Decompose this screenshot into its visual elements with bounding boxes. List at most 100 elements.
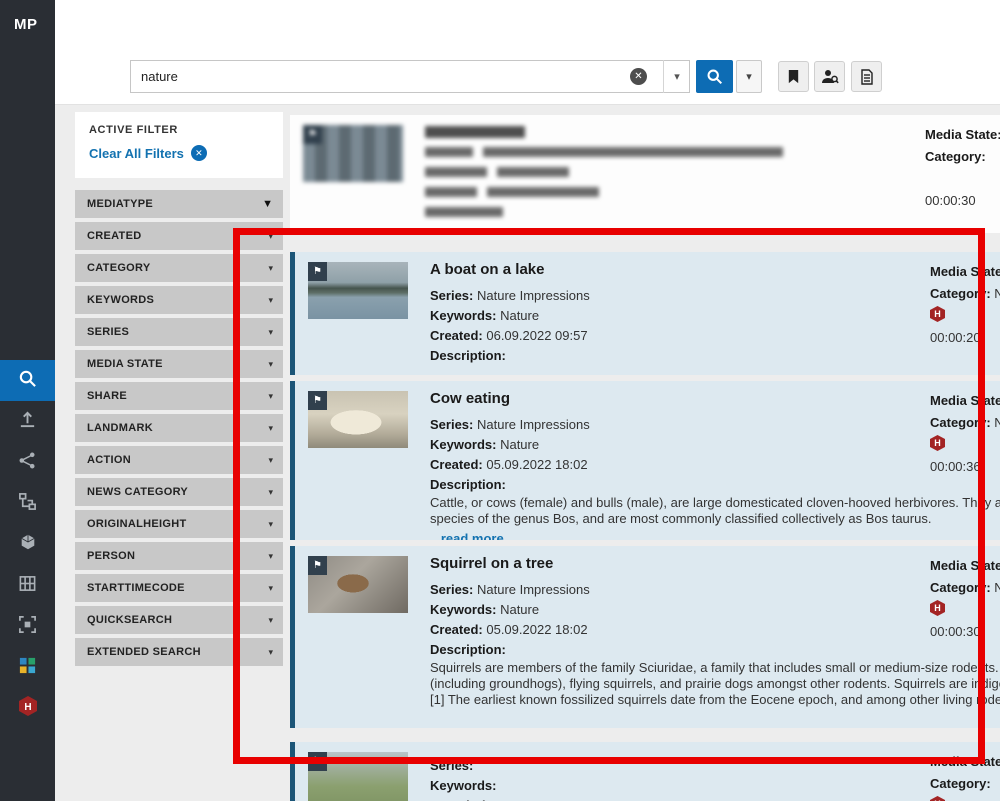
qr-scan-icon xyxy=(18,615,37,639)
sidebar-item-search[interactable] xyxy=(0,360,55,401)
state-icon-slot: H xyxy=(930,435,1000,457)
result-title[interactable]: A boat on a lake xyxy=(430,260,1000,280)
h-state-icon: H xyxy=(930,435,945,451)
category-label: Category: Ne xyxy=(930,578,1000,600)
result-title[interactable]: Cow eating xyxy=(430,389,1000,409)
filter-keywords[interactable]: KEYWORDS▾ xyxy=(75,286,283,314)
result-meta: Media State:Category: NeH00:00:30 xyxy=(930,556,1000,644)
sidebar-item-share-nodes[interactable] xyxy=(0,442,55,483)
result-details xyxy=(425,123,1000,223)
result-card[interactable]: ⚑Media State:Category:00:00:30 xyxy=(290,115,1000,233)
filter-mediatype[interactable]: MEDIATYPE▼ xyxy=(75,190,283,218)
upload-icon xyxy=(18,410,37,434)
filter-label: STARTTIMECODE xyxy=(87,582,268,594)
search-input-dropdown-icon[interactable]: ▾ xyxy=(663,60,690,93)
result-duration: 00:00:30 xyxy=(925,191,1000,213)
active-filter-title: ACTIVE FILTER xyxy=(89,124,269,136)
result-thumbnail[interactable]: ⚑ xyxy=(308,556,408,613)
sidebar-item-brand-h[interactable]: H xyxy=(0,688,55,729)
filter-landmark[interactable]: LANDMARK▾ xyxy=(75,414,283,442)
filter-originalheight[interactable]: ORIGINALHEIGHT▾ xyxy=(75,510,283,538)
filter-label: QUICKSEARCH xyxy=(87,614,268,626)
result-thumbnail[interactable]: ⚑ xyxy=(308,752,408,801)
h-state-icon: H xyxy=(930,796,945,801)
search-input[interactable] xyxy=(130,60,690,93)
read-more-link[interactable]: ...read more xyxy=(430,531,504,540)
document-button[interactable] xyxy=(851,61,882,92)
filter-share[interactable]: SHARE▾ xyxy=(75,382,283,410)
chevron-down-icon: ▾ xyxy=(268,519,273,530)
sidebar-item-upload[interactable] xyxy=(0,401,55,442)
state-icon-slot: H xyxy=(930,306,1000,328)
result-description-label: Description: xyxy=(430,796,1000,801)
filter-label: EXTENDED SEARCH xyxy=(87,646,268,658)
filter-label: ACTION xyxy=(87,454,268,466)
result-card[interactable]: ⚑ A boat on a lake Series: Nature Impressi… xyxy=(290,252,1000,375)
result-created: Created: 05.09.2022 18:02 xyxy=(430,620,1000,640)
sidebar-item-cube[interactable] xyxy=(0,524,55,565)
result-details: Series:Keywords:Description: xyxy=(430,750,1000,801)
filter-quicksearch[interactable]: QUICKSEARCH▾ xyxy=(75,606,283,634)
result-description-line: [1] The earliest known fossilized squirr… xyxy=(430,692,1000,708)
filter-action[interactable]: ACTION▾ xyxy=(75,446,283,474)
filter-starttimecode[interactable]: STARTTIMECODE▾ xyxy=(75,574,283,602)
filter-label: NEWS CATEGORY xyxy=(87,486,268,498)
filter-label: KEYWORDS xyxy=(87,294,268,306)
result-duration: 00:00:30 xyxy=(930,622,1000,644)
result-series: Series: xyxy=(430,756,1000,776)
result-title[interactable]: Squirrel on a tree xyxy=(430,554,1000,574)
chevron-down-icon: ▾ xyxy=(268,487,273,498)
result-keywords: Keywords: Nature xyxy=(430,600,1000,620)
video-flag-icon: ⚑ xyxy=(308,262,327,281)
user-search-button[interactable] xyxy=(814,61,845,92)
filter-label: SHARE xyxy=(87,390,268,402)
chevron-down-icon: ▼ xyxy=(262,198,273,210)
search-options-button[interactable]: ▾ xyxy=(736,60,762,93)
chevron-down-icon: ▾ xyxy=(268,327,273,338)
clear-filters-x-icon: ✕ xyxy=(191,145,207,161)
result-meta: Media State:Category:H xyxy=(930,752,1000,801)
media-state-label: Media State: xyxy=(930,556,1000,578)
result-card[interactable]: ⚑Squirrel on a treeSeries: Nature Impres… xyxy=(290,546,1000,728)
sidebar-item-qr-scan[interactable] xyxy=(0,606,55,647)
result-card[interactable]: ⚑ Series:Keywords:Description:Media State… xyxy=(290,742,1000,801)
media-state-label: Media State: xyxy=(930,391,1000,413)
filter-label: MEDIATYPE xyxy=(87,198,262,210)
sidebar-item-workflow[interactable] xyxy=(0,483,55,524)
result-series: Series: Nature Impressions xyxy=(430,286,1000,306)
filter-label: ORIGINALHEIGHT xyxy=(87,518,268,530)
result-description-label: Description: xyxy=(430,640,1000,660)
filter-label: PERSON xyxy=(87,550,268,562)
sidebar-item-media-grid[interactable] xyxy=(0,565,55,606)
sidebar-icon-stack: H xyxy=(0,360,55,729)
filter-person[interactable]: PERSON▾ xyxy=(75,542,283,570)
result-card[interactable]: ⚑Cow eatingSeries: Nature ImpressionsKey… xyxy=(290,381,1000,540)
video-flag-icon: ⚑ xyxy=(308,391,327,410)
filter-extended-search[interactable]: EXTENDED SEARCH▾ xyxy=(75,638,283,666)
result-thumbnail[interactable]: ⚑ xyxy=(308,262,408,319)
result-thumbnail[interactable]: ⚑ xyxy=(303,125,403,182)
clear-all-filters[interactable]: Clear All Filters ✕ xyxy=(89,145,269,161)
redacted-text xyxy=(425,203,1000,223)
filter-list: MEDIATYPE▼CREATED▾CATEGORY▾KEYWORDS▾SERI… xyxy=(75,190,283,670)
clear-search-icon[interactable]: ✕ xyxy=(630,68,647,85)
result-created: Created: 05.09.2022 18:02 xyxy=(430,455,1000,475)
filter-created[interactable]: CREATED▾ xyxy=(75,222,283,250)
search-button[interactable] xyxy=(696,60,733,93)
redacted-text xyxy=(425,143,1000,163)
result-duration: 00:00:20 xyxy=(930,328,1000,350)
filter-news-category[interactable]: NEWS CATEGORY▾ xyxy=(75,478,283,506)
filter-series[interactable]: SERIES▾ xyxy=(75,318,283,346)
header: ✕ ▾ ▾ xyxy=(55,0,1000,105)
user-search-icon xyxy=(821,68,839,86)
result-meta: Media State:Category: NeH00:00:36 xyxy=(930,391,1000,479)
result-description-line: Squirrels are members of the family Sciu… xyxy=(430,660,1000,676)
result-keywords: Keywords: Nature xyxy=(430,306,1000,326)
filter-category[interactable]: CATEGORY▾ xyxy=(75,254,283,282)
chevron-down-icon: ▾ xyxy=(268,359,273,370)
video-flag-icon: ⚑ xyxy=(308,752,327,771)
bookmark-button[interactable] xyxy=(778,61,809,92)
filter-media-state[interactable]: MEDIA STATE▾ xyxy=(75,350,283,378)
result-thumbnail[interactable]: ⚑ xyxy=(308,391,408,448)
sidebar-item-apps[interactable] xyxy=(0,647,55,688)
